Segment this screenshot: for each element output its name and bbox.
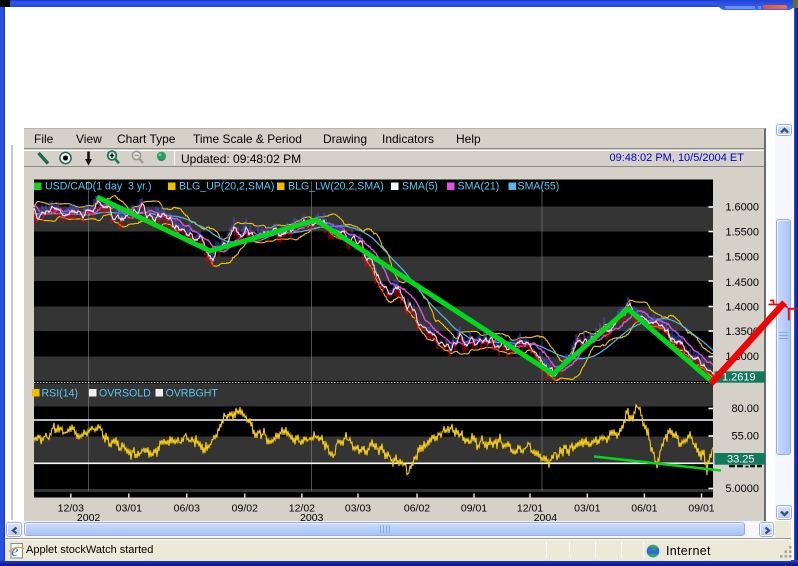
svg-text:e: e bbox=[11, 543, 18, 559]
